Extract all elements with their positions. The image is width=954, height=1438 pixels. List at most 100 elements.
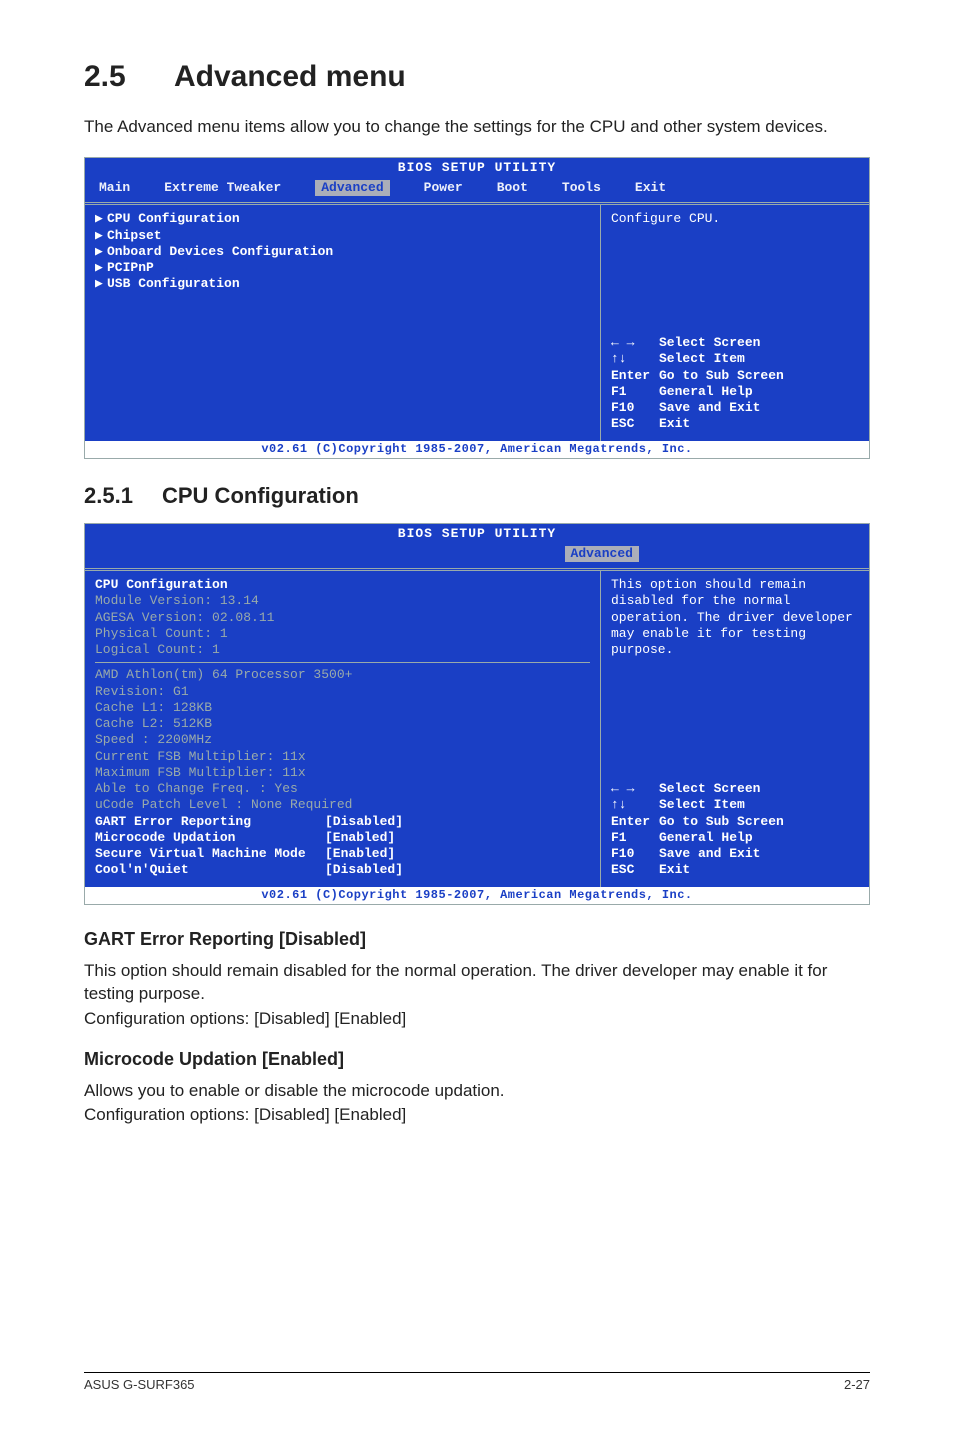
setting-key: GART Error Reporting [95,814,325,830]
footer-left: ASUS G-SURF365 [84,1377,195,1392]
menu-main[interactable]: Main [99,180,130,196]
cpu-line: uCode Patch Level : None Required [95,797,590,813]
bios-left-pane: ▶CPU Configuration ▶Chipset ▶Onboard Dev… [85,205,601,440]
help-keys: ← →Select Screen ↑↓Select Item EnterGo t… [611,335,859,433]
setting-key: Secure Virtual Machine Mode [95,846,325,862]
key-f10: F10 [611,400,659,416]
bios-title: BIOS SETUP UTILITY [85,158,869,178]
info-line: Physical Count: 1 [95,626,590,642]
help-text: This option should remain disabled for t… [611,577,859,658]
menu-advanced[interactable]: Advanced [565,546,639,562]
bios-window-advanced: BIOS SETUP UTILITY Main Extreme Tweaker … [84,157,870,459]
setting-value: [Enabled] [325,846,395,862]
section-intro: The Advanced menu items allow you to cha… [84,116,870,139]
section-heading: 2.5Advanced menu [84,60,870,94]
key-f10: F10 [611,846,659,862]
key-desc: Save and Exit [659,400,760,415]
submenu-arrow-icon: ▶ [95,244,107,260]
menu-tools[interactable]: Tools [562,180,601,196]
setting-key: Microcode Updation [95,830,325,846]
key-esc: ESC [611,416,659,432]
menu-boot[interactable]: Boot [497,180,528,196]
para-opts: Configuration options: [Disabled] [Enabl… [84,1008,870,1031]
key-arrows-lr-icon: ← → [611,781,659,797]
info-line: Logical Count: 1 [95,642,590,658]
info-line: AGESA Version: 02.08.11 [95,610,590,626]
item-cpu-configuration[interactable]: ▶CPU Configuration [95,211,590,227]
key-desc: General Help [659,384,753,399]
key-desc: Exit [659,416,690,431]
item-label: USB Configuration [107,276,240,291]
key-arrows-ud-icon: ↑↓ [611,351,659,367]
item-onboard-devices[interactable]: ▶Onboard Devices Configuration [95,244,590,260]
bios-footer: v02.61 (C)Copyright 1985-2007, American … [85,887,869,904]
menu-advanced[interactable]: Advanced [315,180,389,196]
section-title: Advanced menu [174,60,406,93]
submenu-arrow-icon: ▶ [95,276,107,292]
cpu-line: Maximum FSB Multiplier: 11x [95,765,590,781]
bios-left-pane: CPU Configuration Module Version: 13.14 … [85,571,601,887]
key-desc: Select Item [659,351,745,366]
bios-help-pane: Configure CPU. ← →Select Screen ↑↓Select… [601,205,869,440]
subsection-number: 2.5.1 [84,483,162,509]
setting-microcode[interactable]: Microcode Updation[Enabled] [95,830,590,846]
para-body: Allows you to enable or disable the micr… [84,1080,870,1103]
key-enter: Enter [611,814,659,830]
key-enter: Enter [611,368,659,384]
para-heading-microcode: Microcode Updation [Enabled] [84,1049,870,1070]
para-opts: Configuration options: [Disabled] [Enabl… [84,1104,870,1127]
section-number: 2.5 [84,60,174,94]
submenu-arrow-icon: ▶ [95,228,107,244]
setting-coolnquiet[interactable]: Cool'n'Quiet[Disabled] [95,862,590,878]
item-label: Chipset [107,228,162,243]
cpu-line: Cache L2: 512KB [95,716,590,732]
key-arrows-ud-icon: ↑↓ [611,797,659,813]
key-esc: ESC [611,862,659,878]
info-line: Module Version: 13.14 [95,593,590,609]
key-desc: Select Item [659,797,745,812]
item-label: PCIPnP [107,260,154,275]
key-arrows-lr-icon: ← → [611,335,659,351]
bios-footer: v02.61 (C)Copyright 1985-2007, American … [85,441,869,458]
setting-svm[interactable]: Secure Virtual Machine Mode[Enabled] [95,846,590,862]
key-desc: Save and Exit [659,846,760,861]
key-desc: Select Screen [659,335,760,350]
menu-power[interactable]: Power [424,180,463,196]
subsection-heading: 2.5.1CPU Configuration [84,483,870,509]
setting-value: [Disabled] [325,862,403,878]
submenu-arrow-icon: ▶ [95,260,107,276]
help-text: Configure CPU. [611,211,859,227]
para-heading-gart: GART Error Reporting [Disabled] [84,929,870,950]
page-footer: ASUS G-SURF365 2-27 [84,1372,870,1392]
key-f1: F1 [611,830,659,846]
cpu-line: AMD Athlon(tm) 64 Processor 3500+ [95,667,590,683]
key-f1: F1 [611,384,659,400]
item-usb-configuration[interactable]: ▶USB Configuration [95,276,590,292]
item-label: CPU Configuration [107,211,240,226]
para-body: This option should remain disabled for t… [84,960,870,1006]
help-keys: ← →Select Screen ↑↓Select Item EnterGo t… [611,781,859,879]
menu-extreme[interactable]: Extreme Tweaker [164,180,281,196]
item-label: Onboard Devices Configuration [107,244,333,259]
footer-right: 2-27 [844,1377,870,1392]
cpu-line: Cache L1: 128KB [95,700,590,716]
menu-exit[interactable]: Exit [635,180,666,196]
item-chipset[interactable]: ▶Chipset [95,228,590,244]
setting-gart[interactable]: GART Error Reporting[Disabled] [95,814,590,830]
cpu-line: Speed : 2200MHz [95,732,590,748]
submenu-arrow-icon: ▶ [95,211,107,227]
setting-key: Cool'n'Quiet [95,862,325,878]
key-desc: Go to Sub Screen [659,814,784,829]
bios-window-cpu-config: BIOS SETUP UTILITY Advanced CPU Configur… [84,523,870,905]
panel-header: CPU Configuration [95,577,590,593]
bios-menubar: Advanced [85,544,869,568]
key-desc: Exit [659,862,690,877]
bios-menubar: Main Extreme Tweaker Advanced Power Boot… [85,178,869,202]
cpu-line: Able to Change Freq. : Yes [95,781,590,797]
key-desc: Select Screen [659,781,760,796]
key-desc: Go to Sub Screen [659,368,784,383]
item-pcipnp[interactable]: ▶PCIPnP [95,260,590,276]
separator [95,662,590,663]
setting-value: [Disabled] [325,814,403,830]
key-desc: General Help [659,830,753,845]
